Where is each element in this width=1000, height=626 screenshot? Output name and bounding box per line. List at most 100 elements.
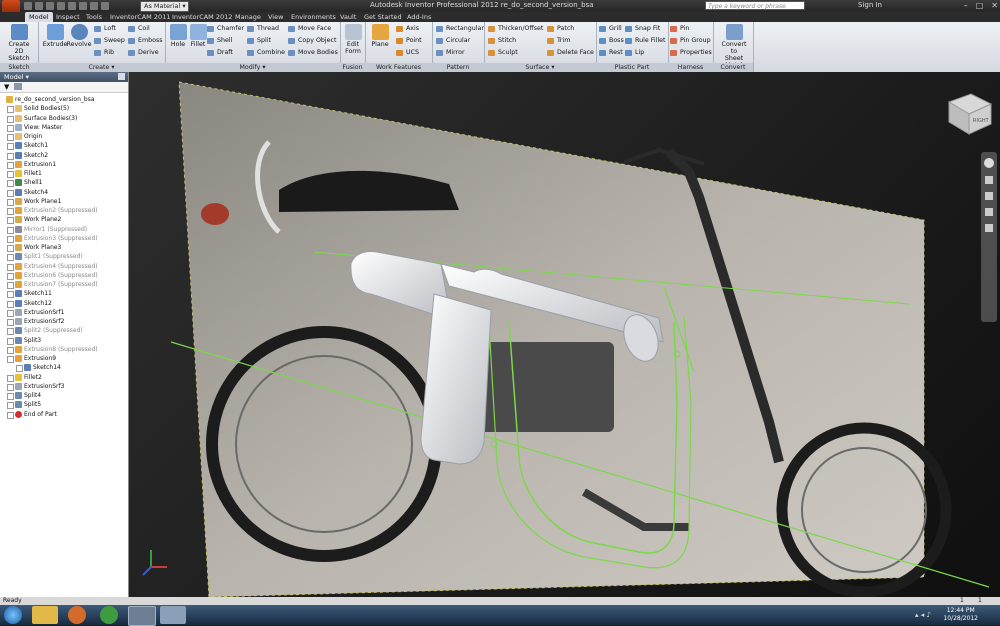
tray-icons[interactable]: ▴ ◂ ♪ xyxy=(915,611,931,619)
browser-node[interactable]: Fillet2 xyxy=(0,373,128,382)
browser-node[interactable]: ExtrusionSrf2 xyxy=(0,317,128,326)
tab-inventorcam-2011[interactable]: InventorCAM 2011 xyxy=(110,12,170,22)
move-bodies-button[interactable]: Move Bodies xyxy=(288,48,338,58)
browser-node[interactable]: Sketch14 xyxy=(0,363,128,373)
browser-node[interactable]: Split3 xyxy=(0,336,128,345)
thread-button[interactable]: Thread xyxy=(247,24,279,34)
browser-node[interactable]: re_do_second_version_bsa xyxy=(0,95,128,104)
expand-toggle-icon[interactable] xyxy=(7,217,14,225)
expand-toggle-icon[interactable] xyxy=(7,106,14,114)
split-button[interactable]: Split xyxy=(247,36,271,46)
loft-button[interactable]: Loft xyxy=(94,24,116,34)
tab-inspect[interactable]: Inspect xyxy=(56,12,80,22)
expand-toggle-icon[interactable] xyxy=(7,245,14,252)
update-icon[interactable] xyxy=(90,2,98,10)
browser-node[interactable]: Work Plane2 xyxy=(0,215,128,225)
rectangular-pattern-button[interactable]: Rectangular xyxy=(436,24,484,34)
browser-node[interactable]: Origin xyxy=(0,132,128,141)
expand-toggle-icon[interactable] xyxy=(7,346,14,354)
browser-node[interactable]: Extrusion8 (Suppressed) xyxy=(0,345,128,354)
boss-button[interactable]: Boss xyxy=(599,36,624,46)
rest-button[interactable]: Rest xyxy=(599,48,623,58)
create-2d-sketch-button[interactable]: Create 2D Sketch xyxy=(6,24,32,62)
browser-node[interactable]: Extrusion4 (Suppressed) xyxy=(0,262,128,271)
expand-toggle-icon[interactable] xyxy=(7,393,14,400)
tab-tools[interactable]: Tools xyxy=(86,12,102,22)
mirror-button[interactable]: Mirror xyxy=(436,48,465,58)
viewcube[interactable]: RIGHT xyxy=(947,93,993,135)
coil-button[interactable]: Coil xyxy=(128,24,150,34)
expand-toggle-icon[interactable] xyxy=(7,356,14,363)
expand-toggle-icon[interactable] xyxy=(7,309,14,317)
zoom-icon[interactable] xyxy=(985,192,993,200)
chamfer-button[interactable]: Chamfer xyxy=(207,24,244,34)
system-clock[interactable]: 12:44 PM 10/28/2012 xyxy=(943,607,978,623)
browser-node[interactable]: Sketch4 xyxy=(0,188,128,197)
notepad-icon[interactable] xyxy=(160,606,186,624)
expand-toggle-icon[interactable] xyxy=(7,189,14,197)
browser-node[interactable]: Sketch12 xyxy=(0,299,128,308)
expand-toggle-icon[interactable] xyxy=(7,328,14,336)
expand-toggle-icon[interactable] xyxy=(7,411,14,419)
expand-toggle-icon[interactable] xyxy=(7,337,14,345)
browser-node[interactable]: Mirror1 (Suppressed) xyxy=(0,225,128,234)
browser-node[interactable]: Shell1 xyxy=(0,178,128,188)
browser-node[interactable]: Extrusion3 (Suppressed) xyxy=(0,234,128,243)
browser-node[interactable]: Extrusion1 xyxy=(0,160,128,169)
open-icon[interactable] xyxy=(35,2,43,10)
plane-button[interactable]: Plane xyxy=(367,24,393,48)
lip-button[interactable]: Lip xyxy=(625,48,644,58)
revolve-button[interactable]: Revolve xyxy=(66,24,92,48)
sculpt-button[interactable]: Sculpt xyxy=(488,48,518,58)
expand-toggle-icon[interactable] xyxy=(7,263,14,271)
expand-toggle-icon[interactable] xyxy=(7,180,14,188)
derive-button[interactable]: Derive xyxy=(128,48,159,58)
minimize-icon[interactable]: – xyxy=(964,1,968,10)
expand-toggle-icon[interactable] xyxy=(7,291,14,299)
circular-pattern-button[interactable]: Circular xyxy=(436,36,470,46)
expand-toggle-icon[interactable] xyxy=(7,198,14,206)
axis-button[interactable]: Axis xyxy=(396,24,419,34)
extrude-button[interactable]: Extrude xyxy=(42,24,68,48)
properties-button[interactable]: Properties xyxy=(670,48,712,58)
combine-button[interactable]: Combine xyxy=(247,48,285,58)
expand-toggle-icon[interactable] xyxy=(7,208,14,215)
browser-node[interactable]: Extrusion9 xyxy=(0,354,128,363)
ucs-button[interactable]: UCS xyxy=(396,48,419,58)
rule-fillet-button[interactable]: Rule Fillet xyxy=(625,36,665,46)
steering-wheel-icon[interactable] xyxy=(984,158,994,168)
expand-toggle-icon[interactable] xyxy=(7,171,14,178)
expand-toggle-icon[interactable] xyxy=(7,282,14,289)
sign-in-link[interactable]: Sign In xyxy=(858,1,882,9)
tab-environments[interactable]: Environments xyxy=(291,12,336,22)
thicken-offset-button[interactable]: Thicken/Offset xyxy=(488,24,543,34)
emboss-button[interactable]: Emboss xyxy=(128,36,163,46)
browser-node[interactable]: View: Master xyxy=(0,123,128,132)
browser-node[interactable]: Solid Bodies(5) xyxy=(0,104,128,114)
browser-help-icon[interactable] xyxy=(118,73,125,80)
expand-toggle-icon[interactable] xyxy=(7,115,14,123)
browser-node[interactable]: Sketch11 xyxy=(0,289,128,299)
orbit-icon[interactable] xyxy=(985,208,993,216)
expand-toggle-icon[interactable] xyxy=(16,365,23,373)
expand-toggle-icon[interactable] xyxy=(7,254,14,262)
draft-button[interactable]: Draft xyxy=(207,48,233,58)
look-at-icon[interactable] xyxy=(985,224,993,232)
undo-icon[interactable] xyxy=(57,2,65,10)
tab-vault[interactable]: Vault xyxy=(340,12,356,22)
select-icon[interactable] xyxy=(101,2,109,10)
snap-fit-button[interactable]: Snap Fit xyxy=(625,24,660,34)
tab-add-ins[interactable]: Add-Ins xyxy=(407,12,431,22)
browser-title[interactable]: Model xyxy=(4,73,24,81)
expand-toggle-icon[interactable] xyxy=(7,374,14,382)
expand-toggle-icon[interactable] xyxy=(7,134,14,141)
redo-icon[interactable] xyxy=(68,2,76,10)
expand-toggle-icon[interactable] xyxy=(7,383,14,391)
browser-node[interactable]: Sketch2 xyxy=(0,151,128,160)
browser-node[interactable]: Extrusion7 (Suppressed) xyxy=(0,280,128,289)
browser-node[interactable]: Surface Bodies(3) xyxy=(0,114,128,123)
browser-node[interactable]: Sketch1 xyxy=(0,141,128,151)
inventor-taskbar-icon[interactable] xyxy=(128,606,156,626)
browser-options-icon[interactable] xyxy=(14,83,22,90)
browser-node[interactable]: Work Plane3 xyxy=(0,243,128,252)
